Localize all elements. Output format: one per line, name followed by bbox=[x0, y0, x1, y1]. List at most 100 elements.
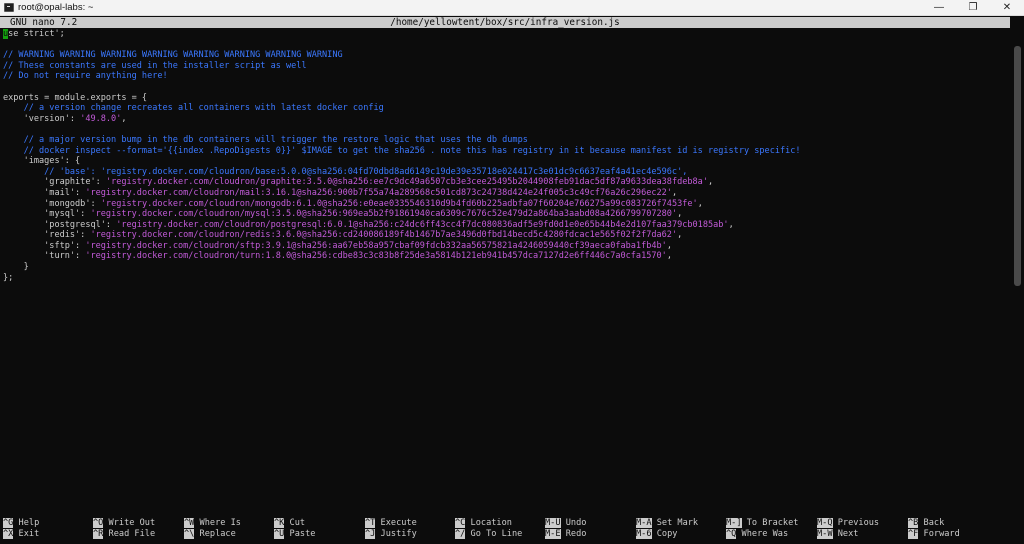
shortcut-key: ^\ bbox=[184, 529, 195, 539]
code-token: , bbox=[121, 113, 127, 124]
shortcut-key: ^C bbox=[455, 518, 466, 528]
shortcut-label: Back bbox=[923, 518, 945, 528]
scrollbar-thumb[interactable] bbox=[1014, 46, 1021, 286]
shortcut-key: M-] bbox=[726, 518, 742, 528]
code-token: // WARNING WARNING WARNING WARNING WARNI… bbox=[3, 50, 343, 61]
shortcut-item[interactable]: ^B Back bbox=[908, 518, 1000, 529]
shortcut-key: ^O bbox=[93, 518, 104, 528]
code-token: '49.8.0' bbox=[80, 113, 122, 124]
shortcut-item[interactable]: ^Q Where Was bbox=[726, 529, 818, 540]
shortcut-item[interactable]: ^\ Replace bbox=[184, 529, 276, 540]
code-token: , bbox=[707, 177, 714, 188]
window-titlebar[interactable]: root@opal-labs: ~ — ❐ ✕ bbox=[0, 0, 1024, 16]
shortcut-item[interactable]: M-] To Bracket bbox=[726, 518, 818, 529]
code-token: 'redis': bbox=[3, 230, 91, 241]
shortcut-key: ^T bbox=[365, 518, 376, 528]
shortcut-item[interactable]: M-U Undo bbox=[545, 518, 637, 529]
code-token: 'registry.docker.com/cloudron/graphite:3… bbox=[105, 177, 708, 188]
shortcut-label: Execute bbox=[380, 518, 417, 528]
code-line: 'turn': 'registry.docker.com/cloudron/tu… bbox=[3, 251, 1003, 262]
code-line: 'mongodb': 'registry.docker.com/cloudron… bbox=[3, 199, 1003, 210]
code-line: 'postgresql': 'registry.docker.com/cloud… bbox=[3, 220, 1003, 231]
code-token: , bbox=[666, 240, 672, 251]
editor-text-area[interactable]: use strict'; // WARNING WARNING WARNING W… bbox=[3, 29, 1003, 509]
code-token: 'version': bbox=[3, 113, 81, 124]
code-line: 'version': '49.8.0', bbox=[3, 114, 1003, 125]
code-line: // Do not require anything here! bbox=[3, 71, 1003, 82]
minimize-button[interactable]: — bbox=[922, 0, 956, 16]
shortcut-item[interactable]: ^O Write Out bbox=[93, 518, 185, 529]
maximize-button[interactable]: ❐ bbox=[956, 0, 990, 16]
shortcut-label: Where Was bbox=[741, 529, 789, 539]
code-line: 'mail': 'registry.docker.com/cloudron/ma… bbox=[3, 188, 1003, 199]
shortcut-label: Undo bbox=[565, 518, 587, 528]
code-token: }; bbox=[3, 272, 14, 283]
code-token: 'images': { bbox=[3, 156, 81, 167]
shortcut-item[interactable]: M-A Set Mark bbox=[636, 518, 728, 529]
shortcut-key: ^/ bbox=[455, 529, 466, 539]
code-token: , bbox=[677, 209, 683, 220]
shortcut-item[interactable]: M-Q Previous bbox=[817, 518, 909, 529]
code-line: }; bbox=[3, 273, 1003, 284]
code-line: // a major version bump in the db contai… bbox=[3, 135, 1003, 146]
code-token: 'registry.docker.com/cloudron/redis:3.6.… bbox=[90, 230, 678, 241]
code-token: 'postgresql': bbox=[3, 219, 117, 230]
code-line: 'mysql': 'registry.docker.com/cloudron/m… bbox=[3, 209, 1003, 220]
shortcut-item[interactable]: ^X Exit bbox=[3, 529, 95, 540]
shortcut-key: ^X bbox=[3, 529, 14, 539]
shortcut-item[interactable]: ^W Where Is bbox=[184, 518, 276, 529]
shortcut-column: ^C Location ^/ Go To Line bbox=[455, 518, 547, 540]
code-token: , bbox=[697, 198, 703, 209]
code-line: use strict'; bbox=[3, 29, 1003, 40]
code-line: 'graphite': 'registry.docker.com/cloudro… bbox=[3, 177, 1003, 188]
code-token: // a version change recreates all contai… bbox=[3, 103, 384, 114]
shortcut-key: ^G bbox=[3, 518, 14, 528]
terminal-icon bbox=[4, 3, 14, 12]
scrollbar[interactable] bbox=[1010, 16, 1024, 544]
shortcut-column: ^W Where Is ^\ Replace bbox=[184, 518, 276, 540]
code-line: } bbox=[3, 262, 1003, 273]
shortcut-item[interactable]: M-6 Copy bbox=[636, 529, 728, 540]
shortcut-item[interactable]: ^U Paste bbox=[274, 529, 366, 540]
code-token: 'registry.docker.com/cloudron/sftp:3.9.1… bbox=[85, 240, 667, 251]
shortcut-item[interactable]: M-E Redo bbox=[545, 529, 637, 540]
shortcut-label: Read File bbox=[108, 529, 156, 539]
code-token: // a major version bump in the db contai… bbox=[3, 134, 528, 145]
shortcut-item[interactable]: ^J Justify bbox=[365, 529, 457, 540]
code-token: 'registry.docker.com/cloudron/mysql:3.5.… bbox=[90, 209, 678, 220]
shortcut-column: ^K Cut ^U Paste bbox=[274, 518, 366, 540]
shortcut-item[interactable]: ^/ Go To Line bbox=[455, 529, 547, 540]
shortcut-key: M-U bbox=[545, 518, 561, 528]
shortcut-key: M-W bbox=[817, 529, 833, 539]
shortcut-column: ^B Back ^F Forward bbox=[908, 518, 1000, 540]
shortcut-key: ^W bbox=[184, 518, 195, 528]
shortcut-label: Previous bbox=[837, 518, 880, 528]
shortcut-item[interactable]: ^R Read File bbox=[93, 529, 185, 540]
shortcut-label: To Bracket bbox=[746, 518, 799, 528]
nano-header-bar: /home/yellowtent/box/src/infra_version.j… bbox=[0, 17, 1010, 28]
code-line: 'redis': 'registry.docker.com/cloudron/r… bbox=[3, 230, 1003, 241]
shortcut-item[interactable]: ^C Location bbox=[455, 518, 547, 529]
shortcut-label: Location bbox=[470, 518, 512, 528]
code-token: 'registry.docker.com/cloudron/turn:1.8.0… bbox=[85, 251, 667, 262]
code-line: // docker inspect --format='{{index .Rep… bbox=[3, 146, 1003, 157]
shortcut-key: ^J bbox=[365, 529, 376, 539]
code-token: exports = module.exports = { bbox=[3, 92, 148, 103]
shortcut-item[interactable]: ^G Help bbox=[3, 518, 95, 529]
shortcut-label: Replace bbox=[199, 529, 236, 539]
shortcut-bar: ^G Help ^X Exit ^O Write Out ^R Read File ^W… bbox=[3, 518, 1003, 542]
close-button[interactable]: ✕ bbox=[990, 0, 1024, 16]
shortcut-item[interactable]: ^F Forward bbox=[908, 529, 1000, 540]
shortcut-label: Exit bbox=[18, 529, 40, 539]
shortcut-key: ^F bbox=[908, 529, 919, 539]
shortcut-label: Justify bbox=[380, 529, 417, 539]
code-token: 'graphite': bbox=[3, 177, 106, 188]
code-token: , bbox=[677, 230, 683, 241]
code-token: , bbox=[671, 187, 678, 198]
shortcut-item[interactable]: ^K Cut bbox=[274, 518, 366, 529]
shortcut-item[interactable]: ^T Execute bbox=[365, 518, 457, 529]
shortcut-column: ^O Write Out ^R Read File bbox=[93, 518, 185, 540]
shortcut-item[interactable]: M-W Next bbox=[817, 529, 909, 540]
